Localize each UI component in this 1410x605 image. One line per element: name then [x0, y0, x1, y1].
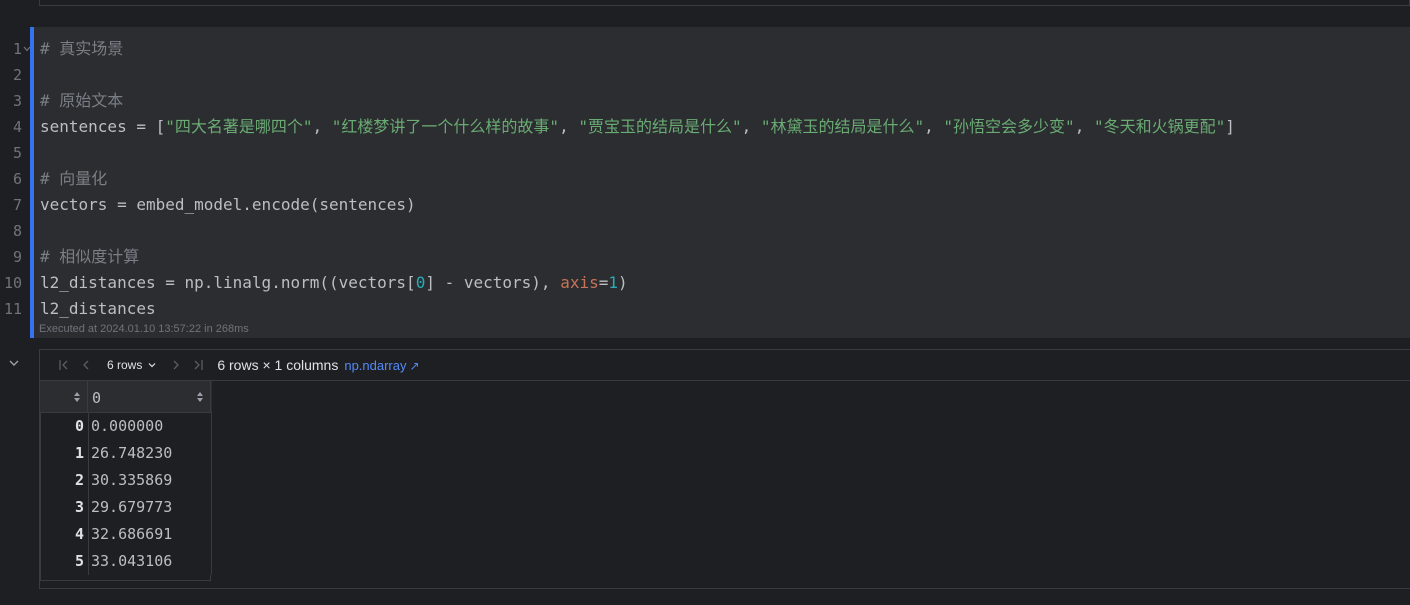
code-line[interactable]: l2_distances: [40, 296, 1410, 322]
code-token: # 相似度计算: [40, 247, 140, 266]
row-value[interactable]: 0.000000: [89, 413, 212, 440]
code-line[interactable]: l2_distances = np.linalg.norm((vectors[0…: [40, 270, 1410, 296]
table-bottom-border: [40, 575, 211, 581]
code-line[interactable]: sentences = ["四大名著是哪四个", "红楼梦讲了一个什么样的故事"…: [40, 114, 1410, 140]
row-index: 0: [41, 413, 89, 440]
line-number: 4: [12, 118, 22, 136]
sort-icon[interactable]: [74, 392, 80, 402]
ndarray-type-label: np.ndarray: [344, 357, 407, 373]
code-line[interactable]: # 原始文本: [40, 88, 1410, 114]
table-row: 4 32.686691: [41, 521, 212, 548]
line-number: 2: [12, 66, 22, 84]
code-token: "红楼梦讲了一个什么样的故事": [331, 117, 560, 136]
code-token: # 原始文本: [40, 91, 124, 110]
code-token: # 向量化: [40, 169, 108, 188]
code-cell[interactable]: 1 2 3 4 5 6 7 8 9 10 11 # 真实场景 # 原始文本 sentences = ["…: [0, 27, 1410, 338]
code-line[interactable]: # 相似度计算: [40, 244, 1410, 270]
code-token: ,: [559, 117, 579, 136]
previous-page-icon[interactable]: [75, 354, 97, 376]
code-token: ,: [1074, 117, 1094, 136]
line-number-gutter: 1 2 3 4 5 6 7 8 9 10 11: [0, 36, 31, 322]
next-page-icon[interactable]: [165, 354, 187, 376]
code-line[interactable]: # 向量化: [40, 166, 1410, 192]
rows-select-label: 6 rows: [107, 358, 143, 372]
table-header-row: 0: [40, 381, 212, 413]
code-token: ,: [924, 117, 944, 136]
code-token: "冬天和火锅更配": [1093, 117, 1226, 136]
column-header-label: 0: [92, 389, 102, 407]
last-page-icon[interactable]: [187, 354, 209, 376]
code-token: ] - vectors),: [425, 273, 561, 292]
code-token: ,: [741, 117, 761, 136]
row-value[interactable]: 29.679773: [89, 494, 212, 521]
output-panel: 6 rows 6 rows × 1 columns np.ndarray ↗ 0 …: [39, 349, 1410, 589]
code-token: # 真实场景: [40, 39, 124, 58]
table-row: 1 26.748230: [41, 440, 212, 467]
code-token: axis: [560, 273, 599, 292]
previous-cell-border: [39, 0, 1410, 6]
code-token: sentences = [: [40, 117, 166, 136]
row-index: 5: [41, 548, 89, 575]
output-toolbar: 6 rows 6 rows × 1 columns np.ndarray ↗: [40, 350, 1410, 381]
code-token: "四大名著是哪四个": [165, 117, 313, 136]
code-token: ,: [312, 117, 332, 136]
code-token: l2_distances: [40, 299, 156, 318]
line-number: 6: [12, 170, 22, 188]
ndarray-type-link[interactable]: np.ndarray ↗: [344, 358, 419, 373]
code-line[interactable]: [40, 140, 1410, 166]
table-dimensions: 6 rows × 1 columns: [217, 357, 339, 373]
row-index: 4: [41, 521, 89, 548]
rows-per-page-select[interactable]: 6 rows: [107, 358, 157, 372]
row-value[interactable]: 33.043106: [89, 548, 212, 575]
code-token: ]: [1225, 117, 1235, 136]
table-row: 0 0.000000: [41, 413, 212, 440]
code-token: "贾宝玉的结局是什么": [578, 117, 742, 136]
row-index: 1: [41, 440, 89, 467]
line-number: 3: [12, 92, 22, 110]
code-token: vectors = embed_model.encode(sentences): [40, 195, 416, 214]
row-value[interactable]: 30.335869: [89, 467, 212, 494]
rows-dropdown-chevron-icon: [148, 363, 156, 368]
line-number: 8: [12, 222, 22, 240]
line-number: 10: [3, 274, 22, 292]
code-line[interactable]: [40, 62, 1410, 88]
sort-icon[interactable]: [197, 392, 203, 402]
code-token: "林黛玉的结局是什么": [760, 117, 925, 136]
line-number: 11: [3, 300, 22, 318]
line-number: 1: [0, 36, 31, 62]
code-line[interactable]: vectors = embed_model.encode(sentences): [40, 192, 1410, 218]
code-token: 0: [415, 273, 426, 292]
index-column-header[interactable]: [40, 381, 88, 413]
table-row: 5 33.043106: [41, 548, 212, 575]
column-header-0[interactable]: 0: [88, 381, 211, 413]
code-token: =: [598, 273, 609, 292]
table-row: 3 29.679773: [41, 494, 212, 521]
line-number: 5: [12, 144, 22, 162]
first-page-icon[interactable]: [53, 354, 75, 376]
cell-selection-bar: [30, 27, 34, 338]
row-value[interactable]: 26.748230: [89, 440, 212, 467]
line-number: 9: [12, 248, 22, 266]
code-token: "孙悟空会多少变": [943, 117, 1075, 136]
row-index: 3: [41, 494, 89, 521]
code-line[interactable]: # 真实场景: [40, 36, 1410, 62]
execution-info: Executed at 2024.01.10 13:57:22 in 268ms: [39, 323, 249, 335]
code-token: ): [618, 273, 628, 292]
line-number: 7: [12, 196, 22, 214]
code-line[interactable]: [40, 218, 1410, 244]
result-table: 0 0 0.000000 1 26.748230 2 30.335869 3 29.67977…: [40, 381, 212, 581]
code-editor[interactable]: # 真实场景 # 原始文本 sentences = ["四大名著是哪四个", "红楼…: [40, 36, 1410, 322]
row-value[interactable]: 32.686691: [89, 521, 212, 548]
table-row: 2 30.335869: [41, 467, 212, 494]
output-collapse-chevron-icon[interactable]: [8, 357, 20, 369]
code-token: l2_distances = np.linalg.norm((vectors[: [40, 273, 416, 292]
fold-chevron-icon[interactable]: [22, 44, 32, 54]
line-number-text: 1: [12, 40, 22, 58]
row-index: 2: [41, 467, 89, 494]
code-token: 1: [608, 273, 618, 292]
external-link-icon: ↗: [409, 358, 420, 373]
table-body: 0 0.000000 1 26.748230 2 30.335869 3 29.679773 4…: [40, 413, 212, 575]
